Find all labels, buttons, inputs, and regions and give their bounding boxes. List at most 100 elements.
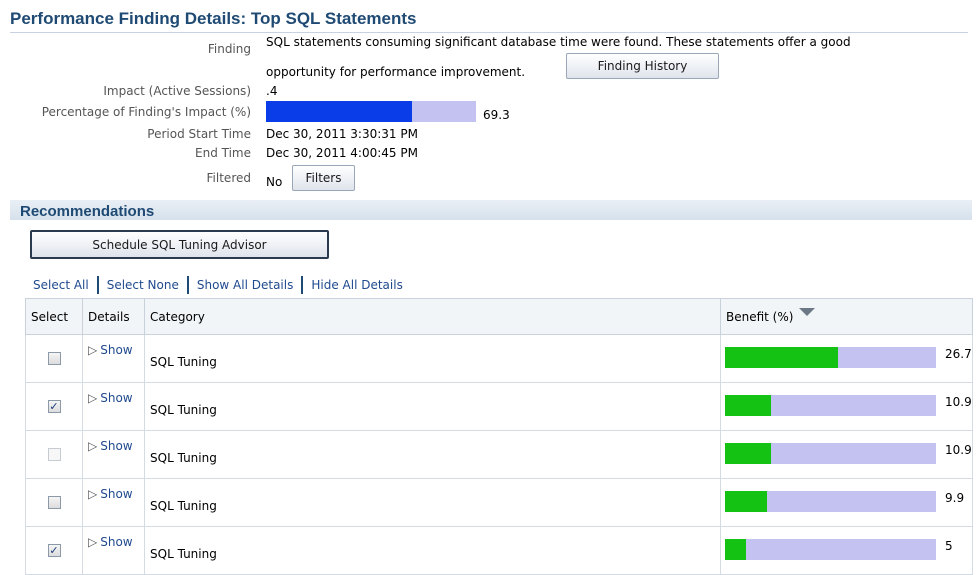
category-value: SQL Tuning — [150, 402, 217, 417]
end-time-value: Dec 30, 2011 4:00:45 PM — [266, 146, 418, 160]
details-column-header: Details — [82, 298, 145, 335]
title-divider — [10, 32, 968, 33]
benefit-value: 10.9 — [945, 443, 972, 457]
period-start-value: Dec 30, 2011 3:30:31 PM — [266, 127, 418, 141]
impact-value: .4 — [266, 84, 278, 98]
row-checkbox[interactable]: ✓ — [47, 400, 61, 413]
finding-text-line2: opportunity for performance improvement. — [266, 65, 526, 79]
category-cell: SQL Tuning — [144, 382, 721, 431]
select-column-header: Select — [25, 298, 83, 335]
show-details-link[interactable]: ▷ Show — [83, 391, 133, 405]
benefit-bar — [725, 539, 936, 560]
impact-label: Impact (Active Sessions) — [103, 84, 251, 98]
expand-triangle-icon: ▷ — [88, 535, 98, 549]
benefit-bar-fill — [725, 395, 771, 416]
benefit-bar-fill — [725, 443, 771, 464]
benefit-value: 10.9 — [945, 395, 972, 409]
select-all-link[interactable]: Select All — [33, 278, 89, 292]
filtered-label: Filtered — [206, 171, 251, 185]
category-value: SQL Tuning — [150, 354, 217, 369]
details-cell: ▷ Show — [82, 334, 145, 383]
recommendations-title: Recommendations — [20, 203, 155, 220]
category-column-header: Category — [144, 298, 721, 335]
category-cell: SQL Tuning — [144, 334, 721, 383]
benefit-bar — [725, 395, 936, 416]
category-value: SQL Tuning — [150, 498, 217, 513]
table-row: ▷ Show SQL Tuning 26.7 — [25, 334, 973, 383]
show-details-link[interactable]: ▷ Show — [83, 535, 133, 549]
show-details-label: Show — [100, 439, 133, 453]
category-cell: SQL Tuning — [144, 478, 721, 527]
table-header-row: Select Details Category Benefit (%) — [25, 298, 973, 335]
details-cell: ▷ Show — [82, 478, 145, 527]
expand-triangle-icon: ▷ — [88, 391, 98, 405]
selection-links: Select All Select None Show All Details … — [33, 276, 403, 294]
show-all-details-link[interactable]: Show All Details — [197, 278, 294, 292]
show-details-link[interactable]: ▷ Show — [83, 343, 133, 357]
benefit-cell: 9.9 — [720, 478, 973, 527]
benefit-bar — [725, 491, 936, 512]
table-row: ✓ ▷ Show SQL Tuning 5 — [25, 526, 973, 575]
link-separator — [96, 276, 99, 294]
benefit-cell: 10.9 — [720, 382, 973, 431]
select-cell: ✓ — [25, 382, 83, 431]
finding-history-button[interactable]: Finding History — [566, 53, 719, 79]
benefit-column-header[interactable]: Benefit (%) — [720, 298, 973, 335]
show-details-label: Show — [100, 391, 133, 405]
benefit-value: 9.9 — [945, 491, 965, 505]
category-value: SQL Tuning — [150, 546, 217, 561]
details-cell: ▷ Show — [82, 382, 145, 431]
details-cell: ▷ Show — [82, 526, 145, 575]
page-title: Performance Finding Details: Top SQL Sta… — [10, 9, 417, 28]
percentage-label: Percentage of Finding's Impact (%) — [41, 105, 251, 119]
expand-triangle-icon: ▷ — [88, 439, 98, 453]
benefit-cell: 10.9 — [720, 430, 973, 479]
row-checkbox[interactable]: ✓ — [47, 544, 61, 557]
benefit-column-label: Benefit (%) — [726, 309, 794, 324]
select-cell: ✓ — [25, 526, 83, 575]
row-checkbox[interactable] — [47, 352, 61, 365]
impact-percentage-bar — [266, 101, 476, 122]
finding-label: Finding — [207, 42, 251, 56]
period-start-label: Period Start Time — [147, 127, 251, 141]
filters-button[interactable]: Filters — [292, 165, 355, 191]
expand-triangle-icon: ▷ — [88, 487, 98, 501]
table-row: ▷ Show SQL Tuning 10.9 — [25, 430, 973, 479]
end-time-label: End Time — [195, 146, 251, 160]
category-cell: SQL Tuning — [144, 526, 721, 575]
recommendations-table: Select Details Category Benefit (%) ▷ Sho… — [25, 298, 973, 575]
benefit-value: 5 — [945, 539, 953, 553]
show-details-label: Show — [100, 487, 133, 501]
benefit-bar — [725, 347, 936, 368]
category-cell: SQL Tuning — [144, 430, 721, 479]
filtered-value: No — [266, 175, 283, 189]
show-details-link[interactable]: ▷ Show — [83, 439, 133, 453]
hide-all-details-link[interactable]: Hide All Details — [311, 278, 402, 292]
show-details-label: Show — [100, 535, 133, 549]
benefit-bar-fill — [725, 491, 767, 512]
finding-text-line1: SQL statements consuming significant dat… — [266, 35, 851, 49]
row-checkbox — [47, 448, 61, 461]
benefit-value: 26.7 — [945, 347, 972, 361]
select-cell — [25, 334, 83, 383]
sort-descending-icon[interactable] — [799, 307, 816, 316]
show-details-label: Show — [100, 343, 133, 357]
benefit-bar-fill — [725, 539, 747, 560]
details-cell: ▷ Show — [82, 430, 145, 479]
table-row: ▷ Show SQL Tuning 9.9 — [25, 478, 973, 527]
benefit-bar — [725, 443, 936, 464]
select-none-link[interactable]: Select None — [107, 278, 179, 292]
percentage-value: 69.3 — [483, 108, 510, 122]
benefit-bar-fill — [725, 347, 838, 368]
show-details-link[interactable]: ▷ Show — [83, 487, 133, 501]
expand-triangle-icon: ▷ — [88, 343, 98, 357]
row-checkbox[interactable] — [47, 496, 61, 509]
schedule-sql-tuning-advisor-button[interactable]: Schedule SQL Tuning Advisor — [30, 230, 329, 259]
link-separator — [301, 276, 304, 294]
benefit-cell: 5 — [720, 526, 973, 575]
select-cell — [25, 478, 83, 527]
table-row: ✓ ▷ Show SQL Tuning 10.9 — [25, 382, 973, 431]
category-value: SQL Tuning — [150, 450, 217, 465]
recommendations-header-bar — [10, 200, 972, 220]
benefit-cell: 26.7 — [720, 334, 973, 383]
